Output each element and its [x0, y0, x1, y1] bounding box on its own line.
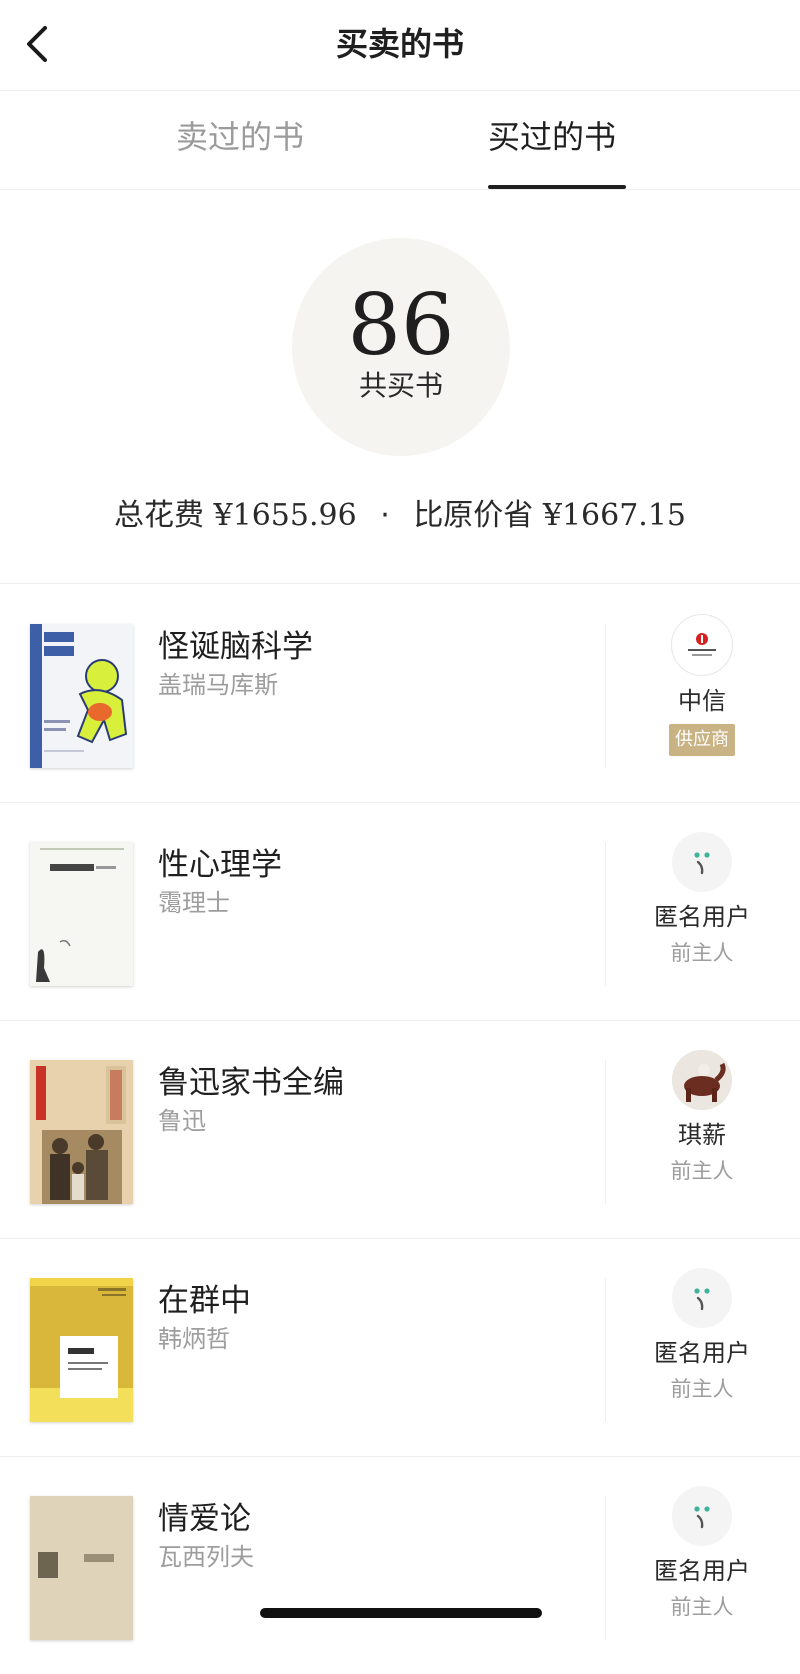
- book-row[interactable]: 怪诞脑科学 盖瑞马库斯 中信 供应商: [0, 584, 800, 803]
- home-indicator[interactable]: [260, 1608, 542, 1618]
- active-tab-indicator: [488, 185, 626, 189]
- book-cover: [30, 1496, 133, 1640]
- book-author: 瓦西列夫: [158, 1543, 254, 1571]
- seller-name: 匿名用户: [654, 903, 750, 931]
- row-separator: [605, 1060, 606, 1204]
- anonymous-user-icon: [672, 832, 732, 892]
- seller-info[interactable]: 中信 供应商: [640, 614, 764, 756]
- supplier-badge: 供应商: [669, 724, 735, 756]
- row-separator: [605, 1496, 606, 1640]
- row-separator: [605, 624, 606, 768]
- seller-info[interactable]: 匿名用户 前主人: [640, 1268, 764, 1404]
- total-spent-label: 总花费: [113, 498, 204, 533]
- book-row[interactable]: 鲁迅家书全编 鲁迅 琪薪 前主人: [0, 1020, 800, 1239]
- book-title: 在群中: [158, 1283, 251, 1319]
- book-title: 怪诞脑科学: [158, 629, 313, 665]
- anonymous-user-icon: [672, 1268, 732, 1328]
- citic-logo-icon: [671, 614, 733, 676]
- seller-role: 前主人: [670, 1377, 734, 1401]
- savings-label: 比原价省: [413, 498, 534, 533]
- page-title: 买卖的书: [335, 25, 464, 63]
- purchase-count-label: 共买书: [358, 369, 443, 402]
- anonymous-user-icon: [672, 1486, 732, 1546]
- book-row[interactable]: 情爱论 瓦西列夫 匿名用户 前主人: [0, 1456, 800, 1674]
- seller-info[interactable]: 匿名用户 前主人: [640, 832, 764, 968]
- summary-separator: ·: [380, 498, 390, 533]
- purchase-count: 86: [347, 276, 455, 374]
- tab-sold-books[interactable]: 卖过的书: [176, 115, 304, 159]
- tab-bar: 卖过的书 买过的书: [0, 91, 800, 190]
- book-cover: [30, 1060, 133, 1204]
- seller-name: 琪薪: [678, 1121, 726, 1149]
- book-author: 韩炳哲: [158, 1325, 230, 1353]
- book-row[interactable]: 性心理学 霭理士 匿名用户 前主人: [0, 802, 800, 1021]
- seller-info[interactable]: 琪薪 前主人: [640, 1050, 764, 1186]
- seller-role: 前主人: [670, 1159, 734, 1183]
- total-spent-value: ¥1655.96: [213, 498, 357, 533]
- book-title: 情爱论: [158, 1501, 251, 1537]
- book-author: 鲁迅: [158, 1107, 206, 1135]
- book-title: 性心理学: [158, 847, 282, 883]
- book-cover: [30, 1278, 133, 1422]
- purchase-count-circle: 86 共买书: [292, 238, 510, 456]
- seller-role: 前主人: [670, 1595, 734, 1619]
- row-separator: [605, 842, 606, 986]
- top-bar: 买卖的书: [0, 0, 800, 91]
- seller-name: 匿名用户: [654, 1557, 750, 1585]
- seller-name: 中信: [678, 687, 726, 715]
- seller-info[interactable]: 匿名用户 前主人: [640, 1486, 764, 1622]
- book-author: 盖瑞马库斯: [158, 671, 278, 699]
- seller-name: 匿名用户: [654, 1339, 750, 1367]
- spending-summary: 总花费 ¥1655.96 · 比原价省 ¥1667.15: [0, 494, 800, 538]
- tab-bought-books[interactable]: 买过的书: [488, 115, 616, 159]
- book-cover: [30, 842, 133, 986]
- savings-value: ¥1667.15: [542, 498, 687, 533]
- book-cover: [30, 624, 133, 768]
- book-title: 鲁迅家书全编: [158, 1065, 344, 1101]
- seller-role: 前主人: [670, 941, 734, 965]
- row-separator: [605, 1278, 606, 1422]
- user-avatar-photo: [672, 1050, 732, 1110]
- book-row[interactable]: 在群中 韩炳哲 匿名用户 前主人: [0, 1238, 800, 1457]
- book-author: 霭理士: [158, 889, 230, 917]
